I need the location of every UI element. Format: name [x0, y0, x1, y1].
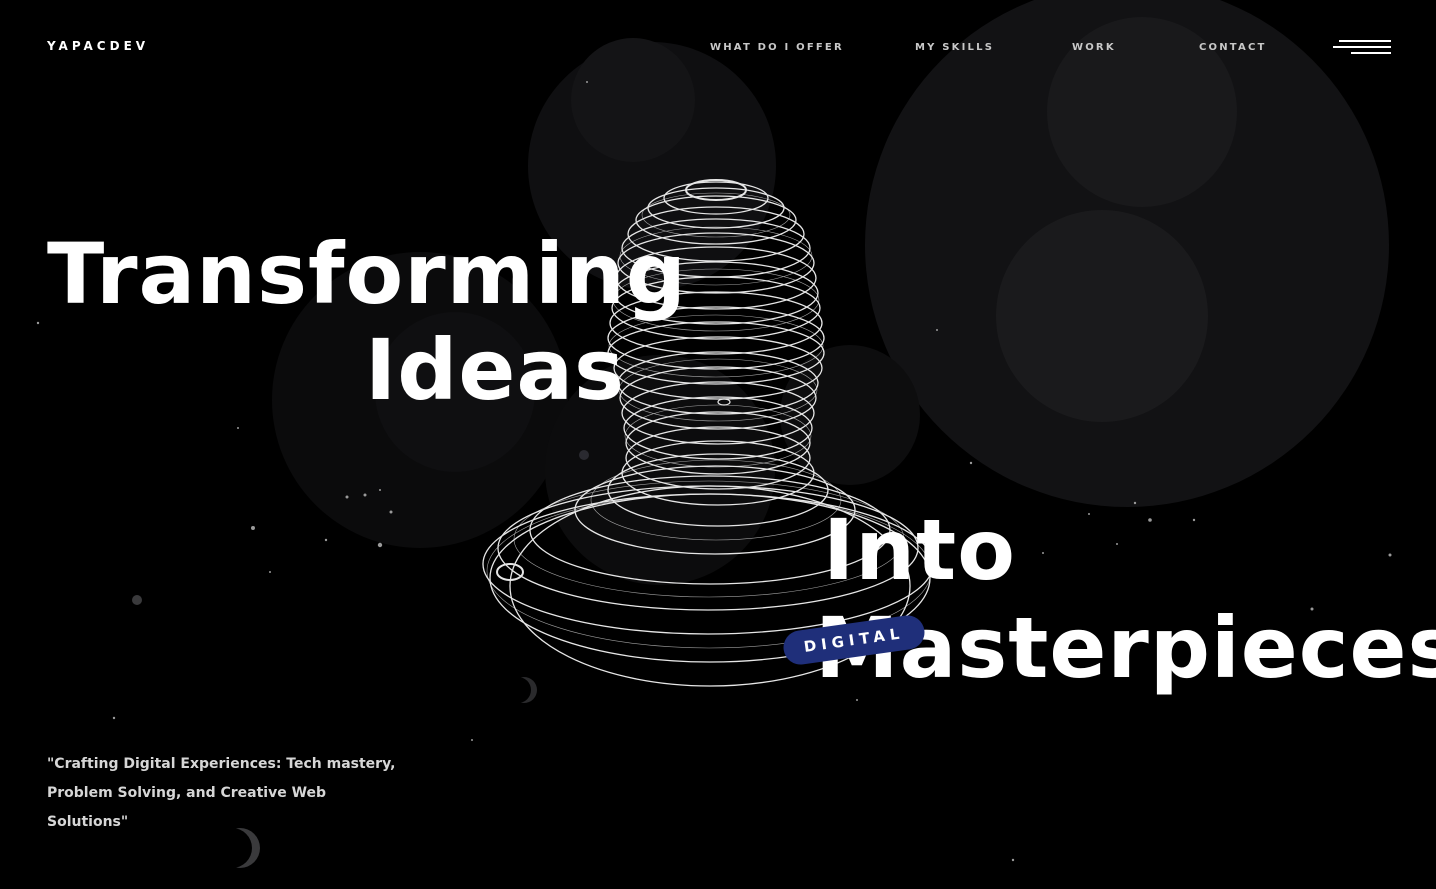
nav-link-work[interactable]: WORK [1072, 42, 1116, 53]
nav-link-contact[interactable]: CONTACT [1199, 42, 1267, 53]
hamburger-icon[interactable] [1333, 38, 1391, 58]
hero-title-line-1: Transforming [47, 225, 687, 323]
site-header: YAPACDEV WHAT DO I OFFER MY SKILLS WORK … [0, 0, 1436, 96]
site-logo[interactable]: YAPACDEV [47, 39, 149, 53]
hero-tagline: "Crafting Digital Experiences: Tech mast… [47, 756, 396, 830]
hero-title-line-2: Ideas [365, 321, 626, 419]
hero-title-line-3: Into [823, 501, 1016, 599]
page: YAPACDEV WHAT DO I OFFER MY SKILLS WORK … [0, 0, 1436, 889]
nav-link-my-skills[interactable]: MY SKILLS [915, 42, 994, 53]
nav-link-what-do-i-offer[interactable]: WHAT DO I OFFER [710, 42, 844, 53]
